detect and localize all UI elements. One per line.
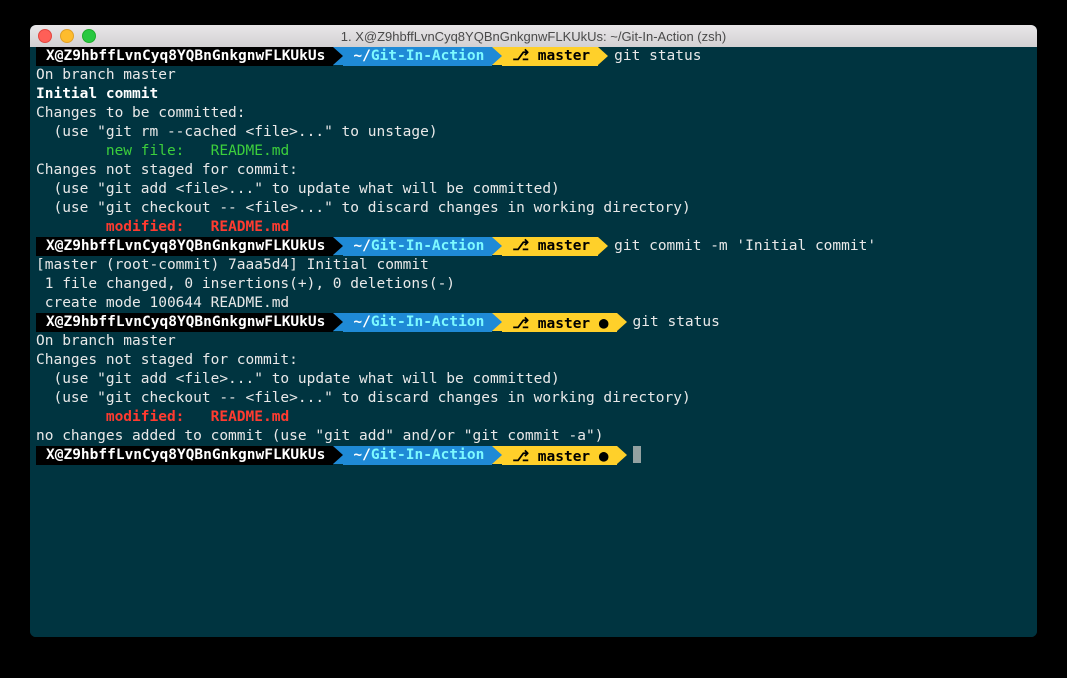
window-controls <box>38 29 96 43</box>
output-line: (use "git checkout -- <file>..." to disc… <box>30 389 1037 408</box>
cursor <box>633 446 641 463</box>
prompt-userhost: X@Z9hbffLvnCyq8YQBnGnkgnwFLKUkUs <box>36 47 333 66</box>
prompt-branch: ⎇ master <box>502 237 598 256</box>
output-line: Initial commit <box>30 85 1037 104</box>
zoom-icon[interactable] <box>82 29 96 43</box>
separator-icon <box>492 47 502 65</box>
prompt-line: X@Z9hbffLvnCyq8YQBnGnkgnwFLKUkUs ~/Git-In… <box>30 237 1037 256</box>
prompt-branch: ⎇ master ● <box>502 446 616 465</box>
filename: README.md <box>211 409 290 425</box>
output-line: [master (root-commit) 7aaa5d4] Initial c… <box>30 256 1037 275</box>
output-line: (use "git add <file>..." to update what … <box>30 180 1037 199</box>
branch-icon: ⎇ <box>512 316 529 332</box>
userhost-text: X@Z9hbffLvnCyq8YQBnGnkgnwFLKUkUs <box>46 447 325 463</box>
prompt-userhost: X@Z9hbffLvnCyq8YQBnGnkgnwFLKUkUs <box>36 446 333 465</box>
path-repo: Git-In-Action <box>371 48 485 64</box>
userhost-text: X@Z9hbffLvnCyq8YQBnGnkgnwFLKUkUs <box>46 314 325 330</box>
output-line-new-file: new file: README.md <box>30 142 1037 161</box>
prompt-line: X@Z9hbffLvnCyq8YQBnGnkgnwFLKUkUs ~/Git-In… <box>30 313 1037 332</box>
status-label: modified: <box>36 219 211 235</box>
separator-icon <box>333 446 343 464</box>
prompt-branch: ⎇ master ● <box>502 313 616 332</box>
path-prefix: ~/ <box>353 447 370 463</box>
output-line-modified: modified: README.md <box>30 218 1037 237</box>
branch-icon: ⎇ <box>512 238 529 254</box>
separator-icon <box>333 47 343 65</box>
prompt-userhost: X@Z9hbffLvnCyq8YQBnGnkgnwFLKUkUs <box>36 237 333 256</box>
output-line-modified: modified: README.md <box>30 408 1037 427</box>
separator-icon <box>617 446 627 464</box>
branch-name: master <box>538 316 590 332</box>
command-text: git status <box>608 48 701 64</box>
output-line: On branch master <box>30 66 1037 85</box>
output-line: Changes not staged for commit: <box>30 161 1037 180</box>
output-line: Changes to be committed: <box>30 104 1037 123</box>
path-prefix: ~/ <box>353 48 370 64</box>
separator-icon <box>617 313 627 331</box>
status-label: modified: <box>36 409 211 425</box>
dirty-icon: ● <box>599 313 609 332</box>
separator-icon <box>492 237 502 255</box>
path-repo: Git-In-Action <box>371 238 485 254</box>
command-text: git commit -m 'Initial commit' <box>608 238 876 254</box>
output-line: (use "git rm --cached <file>..." to unst… <box>30 123 1037 142</box>
path-prefix: ~/ <box>353 314 370 330</box>
terminal-body[interactable]: X@Z9hbffLvnCyq8YQBnGnkgnwFLKUkUs~/Git-In… <box>30 47 1037 637</box>
branch-name: master <box>538 48 590 64</box>
separator-icon <box>333 313 343 331</box>
prompt-line: X@Z9hbffLvnCyq8YQBnGnkgnwFLKUkUs ~/Git-In… <box>30 47 1037 66</box>
output-line: Changes not staged for commit: <box>30 351 1037 370</box>
status-label: new file: <box>36 143 211 159</box>
minimize-icon[interactable] <box>60 29 74 43</box>
terminal-window: 1. X@Z9hbffLvnCyq8YQBnGnkgnwFLKUkUs: ~/G… <box>30 25 1037 637</box>
path-repo: Git-In-Action <box>371 314 485 330</box>
output-line: create mode 100644 README.md <box>30 294 1037 313</box>
titlebar[interactable]: 1. X@Z9hbffLvnCyq8YQBnGnkgnwFLKUkUs: ~/G… <box>30 25 1037 47</box>
prompt-line-active[interactable]: X@Z9hbffLvnCyq8YQBnGnkgnwFLKUkUs ~/Git-In… <box>30 446 1037 466</box>
prompt-path: ~/Git-In-Action <box>343 47 492 66</box>
branch-name: master <box>538 449 590 465</box>
output-line: On branch master <box>30 332 1037 351</box>
filename: README.md <box>211 219 290 235</box>
dirty-icon: ● <box>599 446 609 465</box>
path-repo: Git-In-Action <box>371 447 485 463</box>
path-prefix: ~/ <box>353 238 370 254</box>
output-line: no changes added to commit (use "git add… <box>30 427 1037 446</box>
window-title: 1. X@Z9hbffLvnCyq8YQBnGnkgnwFLKUkUs: ~/G… <box>30 29 1037 44</box>
userhost-text: X@Z9hbffLvnCyq8YQBnGnkgnwFLKUkUs <box>46 48 325 64</box>
close-icon[interactable] <box>38 29 52 43</box>
branch-icon: ⎇ <box>512 48 529 64</box>
separator-icon <box>333 237 343 255</box>
output-line: 1 file changed, 0 insertions(+), 0 delet… <box>30 275 1037 294</box>
separator-icon <box>598 47 608 65</box>
separator-icon <box>598 237 608 255</box>
branch-icon: ⎇ <box>512 449 529 465</box>
output-line: (use "git add <file>..." to update what … <box>30 370 1037 389</box>
prompt-path: ~/Git-In-Action <box>343 313 492 332</box>
separator-icon <box>492 313 502 331</box>
prompt-path: ~/Git-In-Action <box>343 446 492 465</box>
output-line: (use "git checkout -- <file>..." to disc… <box>30 199 1037 218</box>
userhost-text: X@Z9hbffLvnCyq8YQBnGnkgnwFLKUkUs <box>46 238 325 254</box>
filename: README.md <box>211 143 290 159</box>
command-text: git status <box>627 314 720 330</box>
prompt-path: ~/Git-In-Action <box>343 237 492 256</box>
branch-name: master <box>538 238 590 254</box>
prompt-branch: ⎇ master <box>502 47 598 66</box>
separator-icon <box>492 446 502 464</box>
prompt-userhost: X@Z9hbffLvnCyq8YQBnGnkgnwFLKUkUs <box>36 313 333 332</box>
